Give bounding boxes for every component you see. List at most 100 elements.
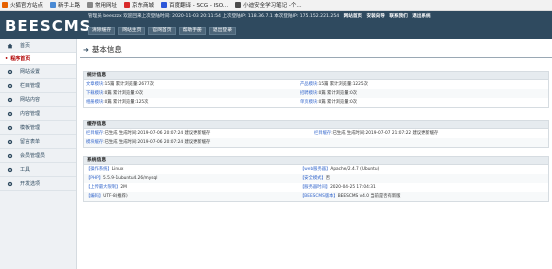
system-value: 5.5.9-1ubuntu4.26/mysql <box>103 176 158 181</box>
system-value: UTF-8(推荐) <box>103 194 128 199</box>
bookmark-label: 京东商城 <box>132 3 155 9</box>
bookmark-item[interactable]: 京东商城 <box>124 1 154 9</box>
sidebar-item-label: 模板管理 <box>20 125 41 131</box>
stats-row: 下载模块:0篇 累计浏览量:0次 招聘模块:0篇 累计浏览量:0次 <box>84 89 548 98</box>
page-title: ➜ 基本信息 <box>83 44 122 55</box>
bookmark-item[interactable]: 火狐官方站点 <box>2 1 43 9</box>
cache-value: :已生成 生成时间:2019-07-06 20:07:24 建议更新缓存 <box>103 140 211 145</box>
system-label: 【服务器时间】 <box>300 185 331 190</box>
sidebar-item-label: 留言表单 <box>20 139 41 145</box>
bookmark-item[interactable]: 常用网址 <box>87 1 117 9</box>
bookmark-icon <box>124 2 131 8</box>
cache-value: :已生成 生成时间:2019-07-07 21:07:22 建议更新缓存 <box>331 131 439 136</box>
bookmark-label: 百度翻译 - SCG - ISO... <box>169 3 229 9</box>
page-title-text: 基本信息 <box>91 45 122 54</box>
stat-label[interactable]: 文章模块 <box>86 82 103 87</box>
app-header: BEESCMS 管理员 beeszzx 欢迎回来上次登陆时间: 2020-11-… <box>0 11 552 39</box>
sidebar-item-label: 栏目管理 <box>20 83 41 89</box>
system-row: 【编码】UTF-8(推荐) 【BEESCMS版本】BEESCMS v4.0 当前… <box>84 192 548 201</box>
section-heading: 系统信息 <box>84 157 548 165</box>
sidebar-item-member-manage[interactable]: 会员管理员 <box>0 149 76 163</box>
stat-label[interactable]: 产品模块 <box>300 82 317 87</box>
stat-label[interactable]: 下载模块 <box>86 91 103 96</box>
bookmark-item[interactable]: 小迪安全学习笔记 -个... <box>235 1 302 9</box>
sidebar-item-label: 程序首页 <box>10 56 31 62</box>
stat-value: :0篇 累计浏览量:0次 <box>317 100 357 105</box>
folder-icon <box>87 2 94 8</box>
bookmark-label: 新手上路 <box>58 3 81 9</box>
sidebar-item-label: 首页 <box>20 43 31 49</box>
gear-icon <box>7 97 13 103</box>
home-icon <box>7 43 13 49</box>
site-home-button[interactable]: 网站主页 <box>118 27 146 35</box>
sidebar-item-dev-options[interactable]: 开发选项 <box>0 177 76 191</box>
system-label: 【上传最大限制】 <box>86 185 121 190</box>
header-link-contact[interactable]: 联系我们 <box>389 14 407 19</box>
login-info-text: 管理员 beeszzx 欢迎回来上次登陆时间: 2020-11-03 20:11… <box>88 14 340 19</box>
system-label: 【BEESCMS版本】 <box>300 194 338 199</box>
sidebar-item-label: 网站内容 <box>20 97 41 103</box>
stat-label[interactable]: 招聘模块 <box>300 91 317 96</box>
gear-icon <box>7 139 13 145</box>
stat-label[interactable]: 相册模块 <box>86 100 103 105</box>
system-value: Apache/2.4.7 (Ubuntu) <box>330 167 380 172</box>
system-label: 【web服务器】 <box>300 167 331 172</box>
cache-row: 栏目缓存:已生成 生成时间:2019-07-06 20:07:24 建议更新缓存… <box>84 129 548 138</box>
sidebar-item-site-content[interactable]: 网站内容 <box>0 93 76 107</box>
sidebar-item-content-manage[interactable]: 内容管理 <box>0 107 76 121</box>
cache-row: 模块缓存:已生成 生成时间:2019-07-06 20:07:24 建议更新缓存 <box>84 138 548 147</box>
stats-row: 文章模块:15篇 累计浏览量:2677次 产品模块:15篇 累计浏览量:1225… <box>84 80 548 89</box>
divider <box>80 57 552 58</box>
stat-label[interactable]: 单页模块 <box>300 100 317 105</box>
sidebar-item-label: 开发选项 <box>20 181 41 187</box>
cache-label[interactable]: 模块缓存 <box>86 140 103 145</box>
system-label: 【安全模式】 <box>300 176 326 181</box>
sidebar-item-message-form[interactable]: 留言表单 <box>0 135 76 149</box>
gear-icon <box>7 111 13 117</box>
system-value: 2020-04-25 17:04:31 <box>330 185 376 190</box>
bookmarks-bar: 火狐官方站点 新手上路 常用网址 京东商城 百度翻译 - SCG - ISO..… <box>0 0 552 11</box>
sidebar-item-home[interactable]: 首页 <box>0 39 76 53</box>
sidebar-item-tools[interactable]: 工具 <box>0 163 76 177</box>
sidebar-item-label: 工具 <box>20 167 31 173</box>
system-value[interactable]: BEESCMS v4.0 当前是否有新版 <box>338 194 401 199</box>
sidebar-item-program-home[interactable]: • 程序首页 <box>0 53 76 65</box>
help-manual-button[interactable]: 帮助手册 <box>178 27 206 35</box>
cache-label[interactable]: 栏目缓存 <box>86 131 103 136</box>
sidebar-item-site-settings[interactable]: 网站设置 <box>0 65 76 79</box>
official-home-button[interactable]: 官网首页 <box>148 27 176 35</box>
cache-label[interactable]: 栏目缓存 <box>314 131 331 136</box>
clear-cache-button[interactable]: 清除缓存 <box>88 27 116 35</box>
system-section: 系统信息 【操作系统】Linux 【web服务器】Apache/2.4.7 (U… <box>83 156 549 202</box>
logout-button[interactable]: 退出登录 <box>208 27 237 35</box>
system-row: 【PHP】5.5.9-1ubuntu4.26/mysql 【安全模式】否 <box>84 174 548 183</box>
stats-row: 相册模块:0篇 累计浏览量:125次 单页模块:0篇 累计浏览量:0次 <box>84 98 548 107</box>
cache-value: :已生成 生成时间:2019-07-06 20:07:24 建议更新缓存 <box>103 131 211 136</box>
cache-section: 缓存信息 栏目缓存:已生成 生成时间:2019-07-06 20:07:24 建… <box>83 120 549 148</box>
sidebar-item-column-manage[interactable]: 栏目管理 <box>0 79 76 93</box>
bookmark-icon <box>235 2 242 8</box>
gear-icon <box>7 181 13 187</box>
top-nav: 清除缓存 网站主页 官网首页 帮助手册 退出登录 <box>88 27 237 35</box>
bookmark-item[interactable]: 新手上路 <box>50 1 80 9</box>
bookmark-icon <box>50 2 57 8</box>
gear-icon <box>7 83 13 89</box>
bookmark-item[interactable]: 百度翻译 - SCG - ISO... <box>161 1 228 9</box>
system-value: Linux <box>111 167 124 172</box>
stats-section: 统计信息 文章模块:15篇 累计浏览量:2677次 产品模块:15篇 累计浏览量… <box>83 71 549 108</box>
header-link-install[interactable]: 安装向导 <box>367 14 385 19</box>
gear-icon <box>7 167 13 173</box>
system-label: 【PHP】 <box>86 176 104 181</box>
system-row: 【操作系统】Linux 【web服务器】Apache/2.4.7 (Ubuntu… <box>84 165 548 174</box>
system-value: 2M <box>120 185 127 190</box>
bullet-icon: • <box>5 56 9 62</box>
sidebar-item-template-manage[interactable]: 模板管理 <box>0 121 76 135</box>
section-heading: 缓存信息 <box>84 121 548 129</box>
bookmark-label: 常用网址 <box>95 3 118 9</box>
bookmark-label: 火狐官方站点 <box>10 3 44 9</box>
header-link-home[interactable]: 网站首页 <box>344 14 362 19</box>
section-heading: 统计信息 <box>84 72 548 80</box>
header-link-logout[interactable]: 退出系统 <box>412 14 430 19</box>
gear-icon <box>7 69 13 75</box>
sidebar-item-label: 会员管理员 <box>20 153 46 159</box>
